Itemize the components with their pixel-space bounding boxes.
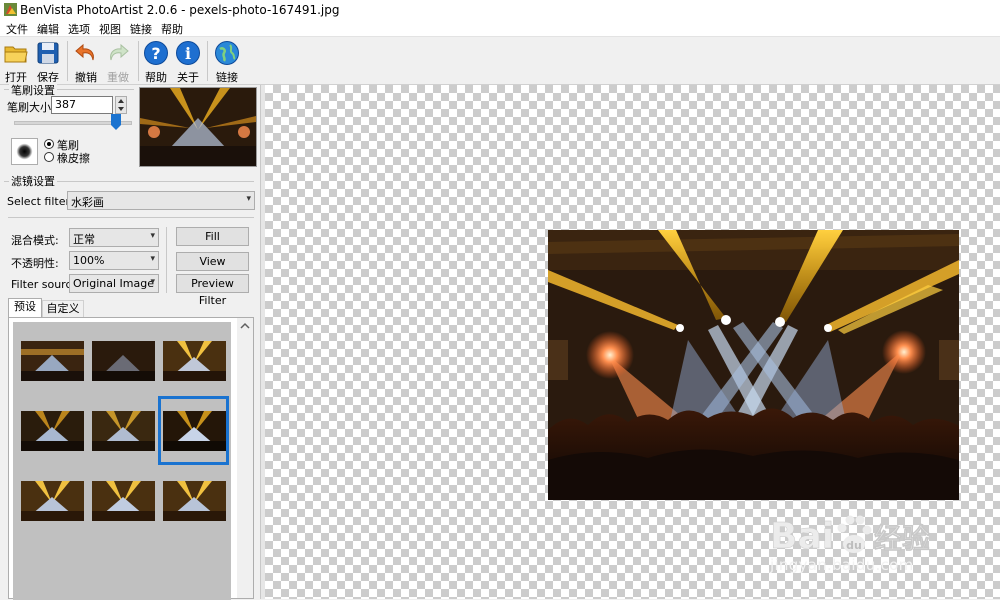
preset-thumbnail[interactable] [21, 341, 84, 381]
app-icon [4, 3, 17, 16]
opacity-value: 100% [73, 254, 105, 267]
paw-icon: du [837, 515, 872, 553]
chevron-down-icon: ▾ [150, 254, 155, 264]
preset-thumbnail[interactable] [92, 341, 155, 381]
menu-help[interactable]: 帮助 [161, 21, 183, 37]
filter-source-value: Original Image [73, 277, 154, 290]
blend-mode-value: 正常 [73, 233, 95, 246]
preset-thumbnail[interactable] [92, 481, 155, 521]
brush-settings-title: 笔刷设置 [9, 82, 57, 98]
preset-image [163, 481, 226, 521]
chevron-down-icon: ▾ [150, 277, 155, 287]
menu-link[interactable]: 链接 [130, 21, 152, 37]
brush-size-input[interactable]: 387 [51, 96, 113, 114]
redo-button[interactable]: 重做 [102, 39, 134, 84]
edited-photo[interactable] [548, 230, 959, 500]
presets-scrollbar[interactable] [237, 318, 253, 598]
globe-icon [215, 41, 239, 65]
brush-preview [11, 138, 38, 165]
link-button[interactable]: 链接 [211, 39, 243, 84]
divider [166, 227, 167, 293]
chevron-down-icon: ▾ [150, 231, 155, 241]
info-icon: i [176, 41, 200, 65]
preset-selection-frame [158, 396, 229, 465]
menu-file[interactable]: 文件 [6, 21, 28, 37]
preset-image [92, 481, 155, 521]
about-label: 关于 [177, 71, 199, 84]
tab-presets[interactable]: 预设 [8, 298, 42, 318]
preview-filter-button[interactable]: Preview Filter [176, 274, 249, 307]
preset-image [163, 341, 226, 381]
preset-image [21, 411, 84, 451]
slider-thumb-icon [111, 114, 121, 130]
preset-thumbnail[interactable] [163, 341, 226, 381]
about-button[interactable]: i 关于 [172, 39, 204, 84]
title-bar: BenVista PhotoArtist 2.0.6 - pexels-phot… [0, 0, 1000, 20]
brush-mode-radio[interactable] [44, 139, 54, 149]
eraser-mode-radio[interactable] [44, 152, 54, 162]
preset-thumbnail[interactable] [21, 481, 84, 521]
opacity-select[interactable]: 100% ▾ [69, 251, 159, 270]
menu-view[interactable]: 视图 [99, 21, 121, 37]
select-filter-label: Select filter: [7, 195, 74, 208]
watermark-brand-text: Bai [770, 516, 834, 557]
preset-thumbnail[interactable] [163, 481, 226, 521]
preset-image [92, 341, 155, 381]
menu-bar: 文件 编辑 选项 视图 链接 帮助 [0, 20, 1000, 37]
window-title: BenVista PhotoArtist 2.0.6 - pexels-phot… [20, 3, 340, 17]
svg-text:?: ? [151, 44, 160, 63]
watermark-paw-text: du [846, 539, 862, 552]
redo-arrow-icon [110, 43, 129, 61]
floppy-disk-icon [37, 42, 59, 64]
folder-icon [4, 46, 28, 63]
watermark-jingyan-text: 经验 [874, 522, 930, 555]
spinner-arrows-icon [118, 99, 124, 111]
divider [8, 217, 254, 218]
menu-edit[interactable]: 编辑 [37, 21, 59, 37]
view-original-button[interactable]: View Original [176, 252, 249, 285]
eraser-mode-label: 橡皮擦 [57, 152, 90, 165]
chevron-down-icon: ▾ [246, 194, 251, 204]
filter-select-value: 水彩画 [71, 196, 104, 209]
filter-settings-title: 滤镜设置 [9, 173, 57, 189]
filter-source-select[interactable]: Original Image ▾ [69, 274, 159, 293]
blend-mode-select[interactable]: 正常 ▾ [69, 228, 159, 247]
brush-size-label: 笔刷大小: [7, 101, 55, 114]
menu-options[interactable]: 选项 [68, 21, 90, 37]
preset-thumbnail[interactable] [21, 411, 84, 451]
link-label: 链接 [216, 71, 238, 84]
filter-select[interactable]: 水彩画 ▾ [67, 191, 255, 210]
baidu-watermark-logo: Bai du 经验 [770, 515, 930, 557]
svg-text:i: i [185, 44, 191, 63]
opacity-label: 不透明性: [11, 257, 59, 270]
watermark-url: jingyan.baidu.com [770, 556, 914, 574]
navigator-thumbnail [140, 88, 256, 166]
navigator-preview[interactable] [139, 87, 257, 167]
blend-mode-label: 混合模式: [11, 234, 59, 247]
preset-thumbnail[interactable] [92, 411, 155, 451]
preset-image [92, 411, 155, 451]
fill-button[interactable]: Fill [176, 227, 249, 246]
preset-image [21, 341, 84, 381]
soft-brush-icon [16, 143, 33, 160]
preset-image [21, 481, 84, 521]
scroll-up-icon [240, 322, 250, 329]
brush-size-spinner[interactable] [115, 96, 127, 114]
brush-size-slider-thumb[interactable] [111, 114, 121, 130]
toolbar: 打开 保存 撤销 重做 ? 帮助 i 关于 链接 [0, 37, 1000, 85]
help-question-icon: ? [144, 41, 168, 65]
tab-custom[interactable]: 自定义 [42, 300, 84, 317]
save-button[interactable]: 保存 [32, 39, 64, 84]
undo-arrow-icon [75, 43, 94, 61]
